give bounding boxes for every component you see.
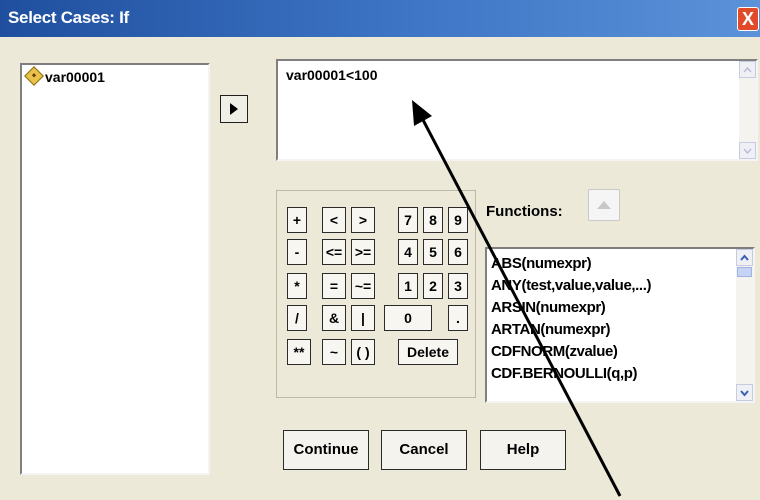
continue-button[interactable]: Continue xyxy=(283,430,369,470)
key-multiply[interactable]: * xyxy=(287,273,307,299)
key-8[interactable]: 8 xyxy=(423,207,443,233)
key-greater-than[interactable]: > xyxy=(351,207,375,233)
function-item[interactable]: ARTAN(numexpr) xyxy=(491,321,611,338)
expression-text: var00001<100 xyxy=(286,67,378,83)
key-5[interactable]: 5 xyxy=(423,239,443,265)
key-2[interactable]: 2 xyxy=(423,273,443,299)
key-3[interactable]: 3 xyxy=(448,273,468,299)
key-0[interactable]: 0 xyxy=(384,305,432,331)
function-item[interactable]: ABS(numexpr) xyxy=(491,255,592,272)
chevron-up-icon xyxy=(740,254,749,261)
key-less-equal[interactable]: <= xyxy=(322,239,346,265)
key-exponent[interactable]: ** xyxy=(287,339,311,365)
functions-scroll-up-button[interactable] xyxy=(736,249,753,266)
move-variable-button[interactable] xyxy=(220,95,248,123)
function-item[interactable]: CDF.BERNOULLI(q,p) xyxy=(491,365,638,382)
key-plus[interactable]: + xyxy=(287,207,307,233)
key-1[interactable]: 1 xyxy=(398,273,418,299)
functions-list[interactable]: ABS(numexpr) ANY(test,value,value,...) A… xyxy=(485,247,755,403)
key-parentheses[interactable]: ( ) xyxy=(351,339,375,365)
function-item[interactable]: ANY(test,value,value,...) xyxy=(491,277,651,294)
scroll-up-button[interactable] xyxy=(739,61,756,78)
key-or[interactable]: | xyxy=(351,305,375,331)
key-and[interactable]: & xyxy=(322,305,346,331)
key-greater-equal[interactable]: >= xyxy=(351,239,375,265)
function-item[interactable]: CDFNORM(zvalue) xyxy=(491,343,618,360)
select-cases-dialog: Select Cases: If X var00001 var00001<100 xyxy=(0,0,760,500)
key-4[interactable]: 4 xyxy=(398,239,418,265)
scroll-down-button[interactable] xyxy=(739,142,756,159)
triangle-up-icon xyxy=(597,201,611,209)
key-divide[interactable]: / xyxy=(287,305,307,331)
key-less-than[interactable]: < xyxy=(322,207,346,233)
functions-label: Functions: xyxy=(486,203,563,220)
variable-list-item[interactable]: var00001 xyxy=(24,66,105,86)
expression-input[interactable]: var00001<100 xyxy=(276,59,758,161)
title-bar[interactable]: Select Cases: If X xyxy=(0,0,760,37)
key-6[interactable]: 6 xyxy=(448,239,468,265)
key-not[interactable]: ~ xyxy=(322,339,346,365)
key-9[interactable]: 9 xyxy=(448,207,468,233)
close-button[interactable]: X xyxy=(737,7,759,31)
numeric-variable-icon xyxy=(24,66,44,86)
variable-list[interactable]: var00001 xyxy=(20,63,210,475)
chevron-down-icon xyxy=(743,148,752,155)
chevron-up-icon xyxy=(743,66,752,73)
function-paste-button[interactable] xyxy=(588,189,620,221)
chevron-down-icon xyxy=(740,390,749,397)
key-7[interactable]: 7 xyxy=(398,207,418,233)
dialog-body: var00001 var00001<100 + < > 7 8 9 - <= >… xyxy=(0,37,760,500)
help-button[interactable]: Help xyxy=(480,430,566,470)
functions-scroll-thumb[interactable] xyxy=(737,267,752,277)
window-title: Select Cases: If xyxy=(8,8,129,27)
key-decimal[interactable]: . xyxy=(448,305,468,331)
key-not-equal[interactable]: ~= xyxy=(351,273,375,299)
key-equals[interactable]: = xyxy=(322,273,346,299)
cancel-button[interactable]: Cancel xyxy=(381,430,467,470)
functions-scroll-down-button[interactable] xyxy=(736,384,753,401)
variable-name: var00001 xyxy=(45,69,105,85)
functions-scrollbar[interactable] xyxy=(736,249,753,401)
arrow-right-icon xyxy=(230,103,238,115)
key-minus[interactable]: - xyxy=(287,239,307,265)
expression-scrollbar[interactable] xyxy=(739,61,756,159)
key-delete[interactable]: Delete xyxy=(398,339,458,365)
function-item[interactable]: ARSIN(numexpr) xyxy=(491,299,606,316)
